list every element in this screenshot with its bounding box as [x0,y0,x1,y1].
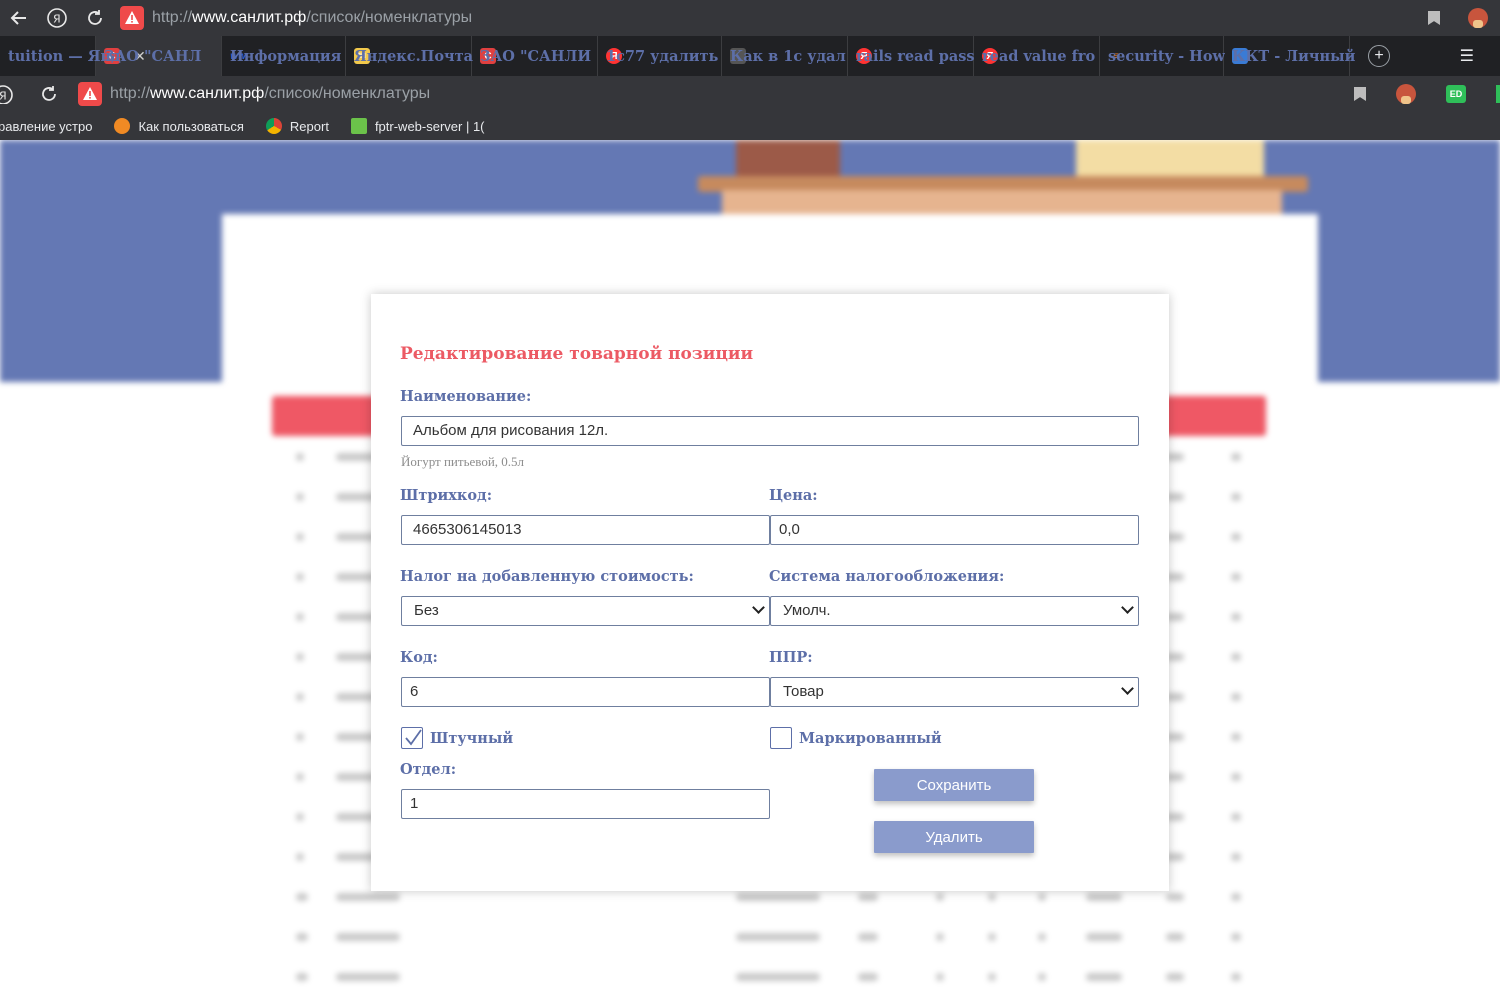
department-input[interactable]: 1 [401,789,770,819]
ppr-select-value: Товар [783,683,824,700]
taxsys-label: Система налогообложения: [769,568,1005,585]
price-label: Цена: [769,487,818,504]
edit-item-modal: Редактирование товарной позиции Наименов… [371,294,1169,891]
insecure-warning-icon[interactable] [120,6,144,30]
table-row [296,930,1246,944]
checkmark-icon [405,729,422,746]
tab-sanlit-2[interactable]: С ЗАО "САНЛИ [472,36,598,76]
address-bar: Я http://www.санлит.рф/список/номенклату… [0,76,1500,112]
insecure-warning-icon[interactable] [78,82,102,106]
bookmark-icon[interactable] [1354,87,1366,101]
marked-checkbox[interactable] [770,727,792,749]
tab-label: Как в 1с удал [730,47,846,65]
bookmark-label: Report [289,118,329,134]
name-label: Наименование: [400,388,532,405]
bookmark-label: Как пользоваться [138,118,244,134]
lc-icon [114,118,131,134]
tabs-menu-icon[interactable]: ☰ [1460,46,1474,66]
ppr-label: ППР: [769,649,813,666]
tab-strip: tuition — Янд С ЗАО "САНЛ ✕ ww Информаци… [0,36,1500,76]
tab-yandex-mail[interactable]: ✉ Яндекс.Почта [346,36,473,76]
ed-extension-icon[interactable]: ED [1446,85,1466,103]
vat-select-value: Без [414,602,439,619]
delete-button[interactable]: Удалить [874,821,1034,853]
tab-label: read value fro [982,47,1096,65]
tab-security[interactable]: ≡ security - How [1100,36,1225,76]
address-field[interactable]: http://www.санлит.рф/список/номенклатуры [78,82,430,106]
decor-shape [722,190,1282,214]
yandex-home-icon[interactable]: Я [0,84,18,104]
new-tab-plus-icon[interactable]: + [1368,45,1390,67]
department-label: Отдел: [400,761,457,778]
tab-tuition[interactable]: tuition — Янд [0,36,121,76]
extension-avatar-icon[interactable] [1468,8,1488,28]
taxsys-select[interactable]: Умолч. [770,596,1139,626]
address-field[interactable]: http://www.санлит.рф/список/номенклатуры [120,6,472,30]
reload-icon[interactable] [76,0,114,36]
extension-edge-icon[interactable] [1496,85,1500,103]
tab-label: Яндекс.Почта [354,47,473,65]
svg-text:Я: Я [0,90,7,103]
name-input[interactable]: Альбом для рисования 12л. [401,416,1139,446]
tab-1c77[interactable]: Я 1с77 удалить [598,36,722,76]
bookmark-item[interactable]: равление устро [0,119,92,134]
bookmark-label: fptr-web-server | 1( [374,118,485,134]
decor-shape [1076,140,1264,176]
extension-avatar-icon[interactable] [1396,84,1416,104]
code-input[interactable]: 6 [401,677,770,707]
chevron-down-icon [1121,682,1134,695]
bookmark-item[interactable]: fptr-web-server | 1( [350,118,485,134]
tab-1c-delete[interactable]: Как в 1с удал [722,36,848,76]
bookmark-item[interactable]: Report [265,118,329,134]
marked-label[interactable]: Маркированный [799,730,942,747]
code-label: Код: [400,649,438,666]
browser-top-bar: Я http://www.санлит.рф/список/номенклату… [0,0,1500,36]
tab-label: tuition — Янд [8,47,121,65]
decor-shape [736,140,840,176]
piece-checkbox[interactable] [401,727,423,749]
tab-kkt[interactable]: ККТ - Личный [1224,36,1356,76]
price-input[interactable]: 0,0 [770,515,1139,545]
tab-label: ЗАО "САНЛ [104,47,202,65]
piece-label[interactable]: Штучный [430,730,513,747]
table-row [296,970,1246,984]
tab-label: rails read pass [856,47,975,65]
bookmark-icon[interactable] [1428,11,1440,25]
svg-text:Я: Я [53,13,61,26]
tab-label: security - How [1108,47,1225,65]
bookmarks-bar: равление устро Как пользоваться Report f… [0,112,1500,140]
back-arrow-icon[interactable] [0,0,38,36]
barcode-input[interactable]: 4665306145013 [401,515,770,545]
tab-label: 1с77 удалить [606,47,719,65]
tab-label: Информация [230,47,342,65]
tab-info[interactable]: ww Информация [222,36,346,76]
bookmark-item[interactable]: Как пользоваться [114,118,244,134]
fptr-icon [350,118,367,134]
name-hint: Йогурт питьевой, 0.5л [401,454,525,469]
yandex-home-icon[interactable]: Я [38,0,76,36]
vat-select[interactable]: Без [401,596,770,626]
reload-icon[interactable] [40,85,58,108]
modal-title: Редактирование товарной позиции [400,344,754,364]
url-text: http://www.санлит.рф/список/номенклатуры [110,85,431,102]
tab-sanlit-active[interactable]: С ЗАО "САНЛ ✕ [96,36,222,76]
save-button[interactable]: Сохранить [874,769,1034,801]
tab-label: ККТ - Личный [1232,47,1356,65]
chevron-down-icon [752,601,765,614]
chevron-down-icon [1121,601,1134,614]
url-text: http://www.санлит.рф/список/номенклатуры [152,9,473,26]
vat-label: Налог на добавленную стоимость: [400,568,694,585]
bookmark-label: равление устро [0,118,93,134]
page-content: Редактирование товарной позиции Наименов… [0,140,1500,1003]
table-row [296,890,1246,904]
tab-read-value[interactable]: Я read value fro [974,36,1100,76]
barcode-label: Штрихкод: [400,487,493,504]
tab-rails[interactable]: Я rails read pass [848,36,975,76]
tab-label: ЗАО "САНЛИ [480,47,592,65]
taxsys-select-value: Умолч. [783,602,831,619]
ppr-select[interactable]: Товар [770,677,1139,707]
chrome-icon [265,118,282,134]
